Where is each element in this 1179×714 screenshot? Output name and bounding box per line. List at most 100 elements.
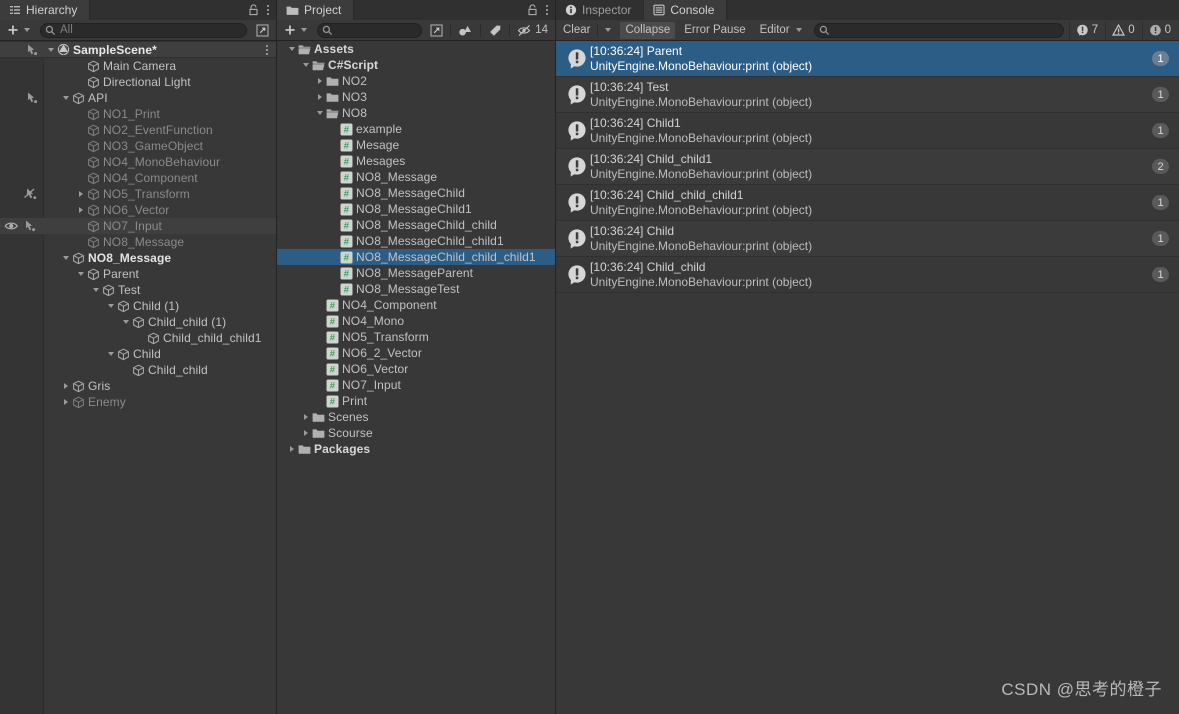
project-item[interactable]: # NO7_Input: [277, 377, 555, 393]
hierarchy-item[interactable]: NO4_Component: [0, 170, 276, 186]
console-log-entry[interactable]: [10:36:24] Child_child_child1 UnityEngine…: [556, 185, 1179, 221]
hierarchy-item-twisty[interactable]: [89, 288, 102, 292]
filter-type-icon[interactable]: [453, 22, 478, 39]
error-pause-toggle[interactable]: Error Pause: [679, 22, 750, 39]
lock-icon[interactable]: [248, 4, 259, 16]
project-item-twisty[interactable]: [285, 446, 298, 452]
hierarchy-item[interactable]: Child_child: [0, 362, 276, 378]
project-item-twisty[interactable]: [313, 94, 326, 100]
twisty-expanded-icon[interactable]: [288, 47, 295, 51]
console-log-entry[interactable]: [10:36:24] Child UnityEngine.MonoBehaviou…: [556, 221, 1179, 257]
project-item[interactable]: # Mesage: [277, 137, 555, 153]
hierarchy-tree[interactable]: SampleScene* Main Camera Directional Light…: [0, 41, 276, 714]
twisty-expanded-icon[interactable]: [77, 272, 84, 276]
project-item[interactable]: NO8: [277, 105, 555, 121]
tab-inspector[interactable]: Inspector: [556, 0, 645, 20]
create-asset-button[interactable]: [279, 22, 312, 39]
lock-icon[interactable]: [527, 4, 538, 16]
hierarchy-item[interactable]: NO6_Vector: [0, 202, 276, 218]
project-item[interactable]: # Print: [277, 393, 555, 409]
twisty-expanded-icon[interactable]: [122, 320, 129, 324]
twisty-collapsed-icon[interactable]: [317, 78, 322, 84]
twisty-collapsed-icon[interactable]: [289, 446, 294, 452]
hierarchy-item-twisty[interactable]: [104, 304, 117, 308]
tab-console[interactable]: Console: [644, 0, 728, 20]
hierarchy-item[interactable]: NO3_GameObject: [0, 138, 276, 154]
project-item[interactable]: # NO8_MessageChild: [277, 185, 555, 201]
twisty-expanded-icon[interactable]: [302, 63, 309, 67]
project-item[interactable]: Packages: [277, 441, 555, 457]
project-item[interactable]: # NO8_MessageChild_child: [277, 217, 555, 233]
info-counter[interactable]: 0: [1141, 21, 1177, 39]
hierarchy-scene-row[interactable]: SampleScene*: [0, 41, 276, 58]
project-item[interactable]: C#Script: [277, 57, 555, 73]
project-item-twisty[interactable]: [299, 430, 312, 436]
twisty-expanded-icon[interactable]: [316, 111, 323, 115]
twisty-collapsed-icon[interactable]: [63, 383, 68, 389]
hierarchy-item-twisty[interactable]: [59, 96, 72, 100]
hierarchy-item-twisty[interactable]: [59, 256, 72, 260]
tab-hierarchy[interactable]: Hierarchy: [0, 0, 91, 20]
twisty-collapsed-icon[interactable]: [303, 430, 308, 436]
tab-project[interactable]: Project: [277, 0, 355, 20]
clear-button[interactable]: Clear: [558, 22, 595, 39]
hierarchy-item[interactable]: Enemy: [0, 394, 276, 410]
console-log-entry[interactable]: [10:36:24] Child_child UnityEngine.MonoBe…: [556, 257, 1179, 293]
project-item[interactable]: # Mesages: [277, 153, 555, 169]
project-item[interactable]: # NO8_MessageParent: [277, 265, 555, 281]
twisty-expanded-icon[interactable]: [92, 288, 99, 292]
hierarchy-item[interactable]: API: [0, 90, 276, 106]
console-log-entry[interactable]: [10:36:24] Child_child1 UnityEngine.MonoB…: [556, 149, 1179, 185]
hierarchy-item[interactable]: NO7_Input: [0, 218, 276, 234]
twisty-collapsed-icon[interactable]: [317, 94, 322, 100]
hierarchy-item[interactable]: Child_child_child1: [0, 330, 276, 346]
project-item[interactable]: # NO8_MessageChild1: [277, 201, 555, 217]
project-item[interactable]: # example: [277, 121, 555, 137]
label-tag-icon[interactable]: [483, 22, 507, 39]
project-item[interactable]: # NO8_Message: [277, 169, 555, 185]
hierarchy-item-twisty[interactable]: [104, 352, 117, 356]
project-item[interactable]: # NO8_MessageChild_child1: [277, 233, 555, 249]
console-log-list[interactable]: [10:36:24] Parent UnityEngine.MonoBehavio…: [556, 41, 1179, 714]
hierarchy-item-twisty[interactable]: [59, 399, 72, 405]
scene-pick-toggle[interactable]: [0, 41, 44, 58]
project-item[interactable]: # NO4_Mono: [277, 313, 555, 329]
search-expand-icon[interactable]: [425, 22, 448, 39]
project-item[interactable]: # NO6_Vector: [277, 361, 555, 377]
hierarchy-item-twisty[interactable]: [59, 383, 72, 389]
visibility-and-pick-toggles[interactable]: [0, 218, 44, 234]
hierarchy-item[interactable]: NO5_Transform: [0, 186, 276, 202]
project-item-twisty[interactable]: [313, 111, 326, 115]
twisty-expanded-icon[interactable]: [107, 304, 114, 308]
project-item[interactable]: # NO5_Transform: [277, 329, 555, 345]
hierarchy-item-twisty[interactable]: [74, 272, 87, 276]
project-tree[interactable]: Assets C#Script NO2 NO3 NO8 # example # Mesage # M…: [277, 41, 555, 714]
project-item[interactable]: Scourse: [277, 425, 555, 441]
hierarchy-item[interactable]: NO4_MonoBehaviour: [0, 154, 276, 170]
hierarchy-item-twisty[interactable]: [74, 207, 87, 213]
hierarchy-expand-search-button[interactable]: [251, 22, 274, 39]
hierarchy-item[interactable]: NO8_Message: [0, 250, 276, 266]
hierarchy-menu-icon[interactable]: [267, 5, 269, 15]
hierarchy-item[interactable]: Child: [0, 346, 276, 362]
project-item[interactable]: NO3: [277, 89, 555, 105]
project-search-input[interactable]: [317, 22, 423, 38]
twisty-expanded-icon[interactable]: [107, 352, 114, 356]
twisty-collapsed-icon[interactable]: [78, 207, 83, 213]
hierarchy-item[interactable]: NO8_Message: [0, 234, 276, 250]
project-item[interactable]: Assets: [277, 41, 555, 57]
twisty-expanded-icon[interactable]: [62, 96, 69, 100]
hierarchy-item[interactable]: Child_child (1): [0, 314, 276, 330]
editor-dropdown[interactable]: Editor: [755, 22, 807, 39]
hierarchy-item[interactable]: Parent: [0, 266, 276, 282]
hierarchy-item[interactable]: Directional Light: [0, 74, 276, 90]
hierarchy-item[interactable]: NO2_EventFunction: [0, 122, 276, 138]
project-item-twisty[interactable]: [299, 414, 312, 420]
console-log-entry[interactable]: [10:36:24] Parent UnityEngine.MonoBehavio…: [556, 41, 1179, 77]
collapse-toggle[interactable]: Collapse: [620, 21, 676, 39]
pick-toggle[interactable]: [0, 90, 44, 106]
project-item[interactable]: # NO6_2_Vector: [277, 345, 555, 361]
hierarchy-item-twisty[interactable]: [74, 191, 87, 197]
project-item[interactable]: # NO8_MessageChild_child_child1: [277, 249, 555, 265]
hidden-assets-indicator[interactable]: 14: [512, 22, 553, 39]
